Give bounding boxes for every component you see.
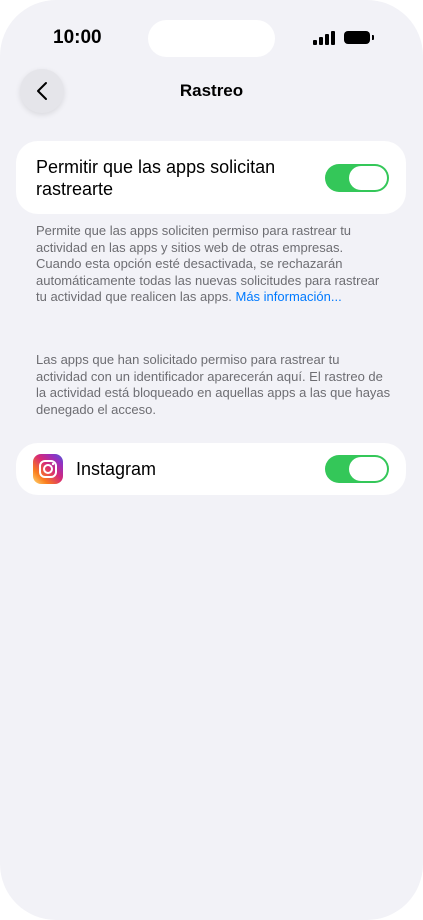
allow-tracking-row: Permitir que las apps solicitan rastrear… [16, 141, 406, 214]
instagram-tracking-toggle[interactable] [325, 455, 389, 483]
toggle-knob [349, 166, 387, 190]
battery-icon [344, 31, 370, 44]
apps-note: Las apps que han solicitado permiso para… [36, 352, 391, 417]
tracking-description: Permite que las apps soliciten permiso p… [36, 223, 391, 306]
allow-tracking-label: Permitir que las apps solicitan rastrear… [36, 157, 276, 199]
allow-tracking-toggle[interactable] [325, 164, 389, 192]
dynamic-island [148, 20, 275, 57]
app-name: Instagram [76, 459, 157, 479]
status-time: 10:00 [53, 27, 102, 48]
page-title: Rastreo [179, 81, 244, 100]
toggle-knob [349, 457, 387, 481]
phone-screen: 10:00 Rastreo Permitir que las apps soli… [0, 0, 423, 920]
app-row-instagram: Instagram [16, 443, 406, 495]
more-info-link[interactable]: Más información... [235, 289, 341, 304]
battery-tip [372, 35, 374, 40]
instagram-icon [33, 454, 63, 484]
signal-icon [313, 31, 337, 45]
